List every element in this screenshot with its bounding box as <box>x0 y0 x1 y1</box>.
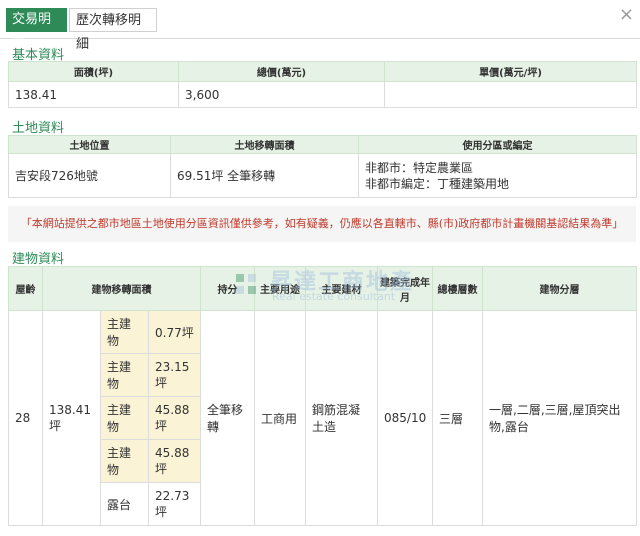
building-total-area: 138.41坪 <box>42 310 101 526</box>
zoning-line-2: 非都市編定：丁種建築用地 <box>365 176 510 191</box>
header-area: 面積(坪) <box>8 61 179 82</box>
sub-item-value: 23.15坪 <box>147 353 202 397</box>
sub-item-value: 0.77坪 <box>147 310 202 354</box>
sub-item-label: 主建物 <box>100 310 149 354</box>
land-area: 69.51坪 全筆移轉 <box>170 153 359 198</box>
close-icon[interactable]: × <box>619 6 634 24</box>
building-floors: 三層 <box>432 310 484 526</box>
value-area: 138.41 <box>8 81 179 108</box>
tab-bar: 交易明細 歷次轉移明細 × <box>0 0 640 52</box>
header-unit-price: 單價(萬元/坪) <box>384 61 637 82</box>
sub-item-label: 主建物 <box>100 396 149 440</box>
sub-item-label: 露台 <box>100 482 149 526</box>
building-material: 鋼筋混凝土造 <box>305 310 379 526</box>
zoning-line-1: 非都市：特定農業區 <box>365 160 474 175</box>
building-completion: 085/10 <box>377 310 434 526</box>
land-table: 土地位置 土地移轉面積 使用分區或編定 吉安段726地號 69.51坪 全筆移轉… <box>8 135 637 198</box>
building-floor-split: 一層,二層,三層,屋頂突出物,露台 <box>482 310 638 526</box>
land-section-title: 土地資料 <box>12 121 65 136</box>
building-age: 28 <box>8 310 43 526</box>
disclaimer-notice: 「本網站提供之都市地區土地使用分區資訊僅供參考，如有疑義，仍應以各直轄市、縣(市… <box>8 206 636 242</box>
land-zoning: 非都市：特定農業區 非都市編定：丁種建築用地 <box>358 153 637 198</box>
header-land-location: 土地位置 <box>8 135 171 154</box>
header-main-use: 主要用途 <box>254 266 307 311</box>
header-completion-date: 建築完成年月 <box>377 266 434 311</box>
header-building-area: 建物移轉面積 <box>41 266 202 311</box>
building-section-title: 建物資料 <box>12 252 65 267</box>
tab-transfer-history[interactable]: 歷次轉移明細 <box>69 8 157 52</box>
header-land-area: 土地移轉面積 <box>170 135 359 154</box>
building-use: 工商用 <box>254 310 307 526</box>
building-table: 屋齡 建物移轉面積 持分 主要用途 主要建材 建築完成年月 總樓層數 建物分層 … <box>8 266 638 526</box>
header-age: 屋齡 <box>8 266 43 311</box>
land-location: 吉安段726地號 <box>8 153 171 198</box>
value-total-price: 3,600 <box>178 81 385 108</box>
sub-item-value: 45.88坪 <box>147 396 202 440</box>
header-total-floors: 總樓層數 <box>432 266 484 311</box>
sub-item-value: 45.88坪 <box>147 439 202 483</box>
value-unit-price <box>384 81 637 108</box>
header-total-price: 總價(萬元) <box>178 61 385 82</box>
header-share: 持分 <box>200 266 256 311</box>
sub-item-value: 22.73坪 <box>147 482 202 526</box>
header-floor-split: 建物分層 <box>482 266 638 311</box>
basic-table: 面積(坪) 總價(萬元) 單價(萬元/坪) 138.41 3,600 <box>8 61 637 108</box>
sub-item-label: 主建物 <box>100 439 149 483</box>
header-main-material: 主要建材 <box>305 266 379 311</box>
building-share: 全筆移轉 <box>200 310 256 526</box>
sub-item-label: 主建物 <box>100 353 149 397</box>
header-zoning: 使用分區或編定 <box>358 135 637 154</box>
tab-transaction-details[interactable]: 交易明細 <box>6 8 67 51</box>
